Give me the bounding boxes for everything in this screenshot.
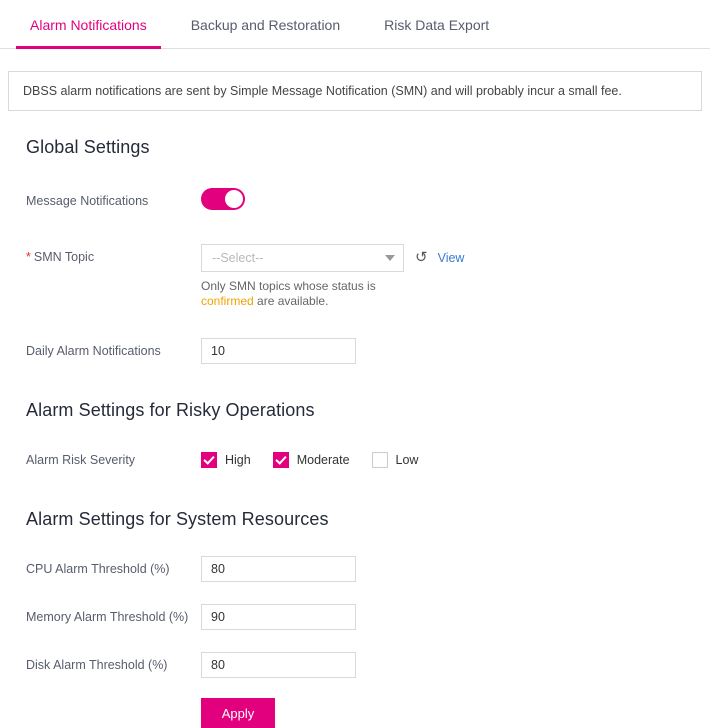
refresh-icon[interactable]: ↺ — [415, 244, 428, 272]
info-banner: DBSS alarm notifications are sent by Sim… — [8, 71, 702, 111]
tab-bar: Alarm Notifications Backup and Restorati… — [0, 0, 710, 49]
tab-label: Alarm Notifications — [30, 17, 147, 33]
smn-topic-select[interactable]: --Select-- — [201, 244, 404, 272]
row-message-notifications: Message Notifications — [26, 188, 710, 215]
daily-alarm-notifications-input[interactable] — [201, 338, 356, 364]
checkbox-item-low[interactable]: Low — [371, 452, 419, 468]
memory-alarm-threshold-label: Memory Alarm Threshold (%) — [26, 610, 189, 624]
tab-label: Backup and Restoration — [190, 17, 341, 33]
view-link[interactable]: View — [438, 244, 465, 272]
hint-status-confirmed: confirmed — [201, 294, 254, 308]
message-notifications-toggle[interactable] — [201, 188, 245, 210]
required-asterisk: * — [26, 250, 31, 264]
settings-form: Global Settings Message Notifications * S… — [0, 137, 710, 728]
section-title-global-settings: Global Settings — [26, 137, 150, 157]
row-memory-alarm-threshold: Memory Alarm Threshold (%) — [26, 604, 710, 630]
info-banner-text: DBSS alarm notifications are sent by Sim… — [23, 84, 622, 98]
checkbox-label-moderate: Moderate — [296, 453, 350, 467]
daily-alarm-notifications-label: Daily Alarm Notifications — [26, 344, 161, 358]
memory-alarm-threshold-input[interactable] — [201, 604, 356, 630]
smn-topic-selected-value: --Select-- — [212, 251, 264, 265]
row-smn-topic: * SMN Topic --Select-- ↺ View Only SMN to… — [26, 244, 710, 309]
hint-prefix: Only SMN topics whose status is — [201, 279, 376, 293]
checkbox-item-high[interactable]: High — [201, 452, 251, 468]
checkbox-moderate[interactable] — [272, 452, 289, 468]
tab-risk-data-export[interactable]: Risk Data Export — [362, 0, 511, 48]
cpu-alarm-threshold-label: CPU Alarm Threshold (%) — [26, 562, 170, 576]
checkbox-label-low: Low — [395, 453, 419, 467]
hint-suffix: are available. — [253, 294, 329, 308]
cpu-alarm-threshold-input[interactable] — [201, 556, 356, 582]
chevron-down-icon — [385, 255, 395, 261]
row-disk-alarm-threshold: Disk Alarm Threshold (%) — [26, 652, 710, 678]
tab-alarm-notifications[interactable]: Alarm Notifications — [8, 0, 169, 49]
row-actions: Apply — [26, 698, 710, 728]
smn-topic-label-text: SMN Topic — [33, 250, 95, 264]
alarm-risk-severity-label: Alarm Risk Severity — [26, 453, 136, 467]
toggle-knob — [225, 190, 243, 208]
tab-backup-and-restoration[interactable]: Backup and Restoration — [169, 0, 362, 48]
disk-alarm-threshold-input[interactable] — [201, 652, 356, 678]
apply-button[interactable]: Apply — [201, 698, 275, 728]
section-title-risky-operations: Alarm Settings for Risky Operations — [26, 400, 315, 420]
disk-alarm-threshold-label: Disk Alarm Threshold (%) — [26, 658, 168, 672]
section-title-system-resources: Alarm Settings for System Resources — [26, 509, 329, 529]
checkbox-label-high: High — [225, 453, 251, 467]
checkbox-item-moderate[interactable]: Moderate — [272, 452, 350, 468]
row-daily-alarm-notifications: Daily Alarm Notifications — [26, 338, 710, 364]
row-alarm-risk-severity: Alarm Risk Severity High Moderate Low — [26, 447, 710, 473]
checkbox-low[interactable] — [371, 452, 388, 468]
smn-topic-hint: Only SMN topics whose status is confirme… — [201, 279, 431, 309]
severity-checkbox-group: High Moderate Low — [201, 447, 710, 473]
smn-topic-label: * SMN Topic — [26, 244, 201, 270]
tab-label: Risk Data Export — [384, 17, 490, 33]
message-notifications-label: Message Notifications — [26, 194, 149, 208]
checkbox-high[interactable] — [201, 452, 217, 468]
row-cpu-alarm-threshold: CPU Alarm Threshold (%) — [26, 556, 710, 582]
